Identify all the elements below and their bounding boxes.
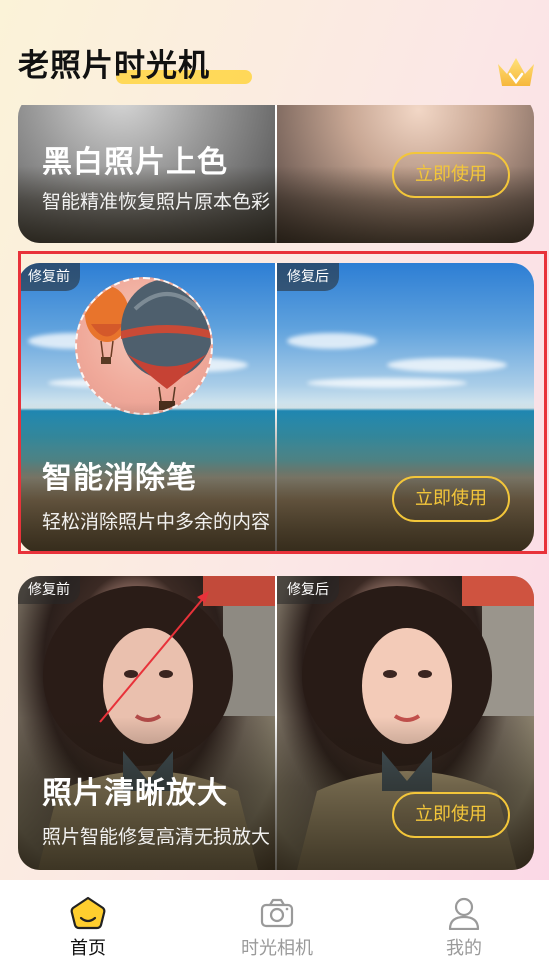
tab-label: 首页 [70, 938, 106, 959]
card-title: 照片清晰放大 [42, 776, 228, 811]
header: 老照片时光机 [0, 0, 549, 105]
card-title: 黑白照片上色 [42, 145, 228, 180]
feature-list[interactable]: 黑白照片上色 智能精准恢复照片原本色彩 立即使用 修复前 修复后 智能消除笔 轻… [0, 105, 549, 880]
card-subtitle: 智能精准恢复照片原本色彩 [42, 191, 271, 213]
use-now-button[interactable]: 立即使用 [392, 152, 510, 198]
profile-icon [448, 897, 480, 930]
selection-highlight-box [18, 251, 547, 554]
tab-mine[interactable]: 我的 [404, 880, 524, 966]
before-tag: 修复前 [18, 576, 80, 604]
after-tag: 修复后 [277, 576, 339, 604]
use-now-button[interactable]: 立即使用 [392, 792, 510, 838]
feature-card-colorize[interactable]: 黑白照片上色 智能精准恢复照片原本色彩 立即使用 [18, 105, 534, 243]
title-wrap: 老照片时光机 [18, 40, 252, 85]
page-title: 老照片时光机 [18, 48, 210, 84]
camera-icon [260, 898, 294, 928]
bottom-tab-bar: 首页 时光相机 我的 [0, 880, 549, 966]
crown-icon[interactable] [495, 52, 537, 92]
tab-label: 时光相机 [241, 938, 313, 959]
feature-card-enlarge[interactable]: 修复前 修复后 照片清晰放大 照片智能修复高清无损放大 立即使用 [18, 576, 534, 870]
tab-label: 我的 [446, 938, 482, 959]
tab-time-camera[interactable]: 时光相机 [217, 880, 337, 966]
tab-home[interactable]: 首页 [28, 880, 148, 966]
card-subtitle: 照片智能修复高清无损放大 [42, 826, 271, 848]
home-icon [70, 896, 106, 930]
